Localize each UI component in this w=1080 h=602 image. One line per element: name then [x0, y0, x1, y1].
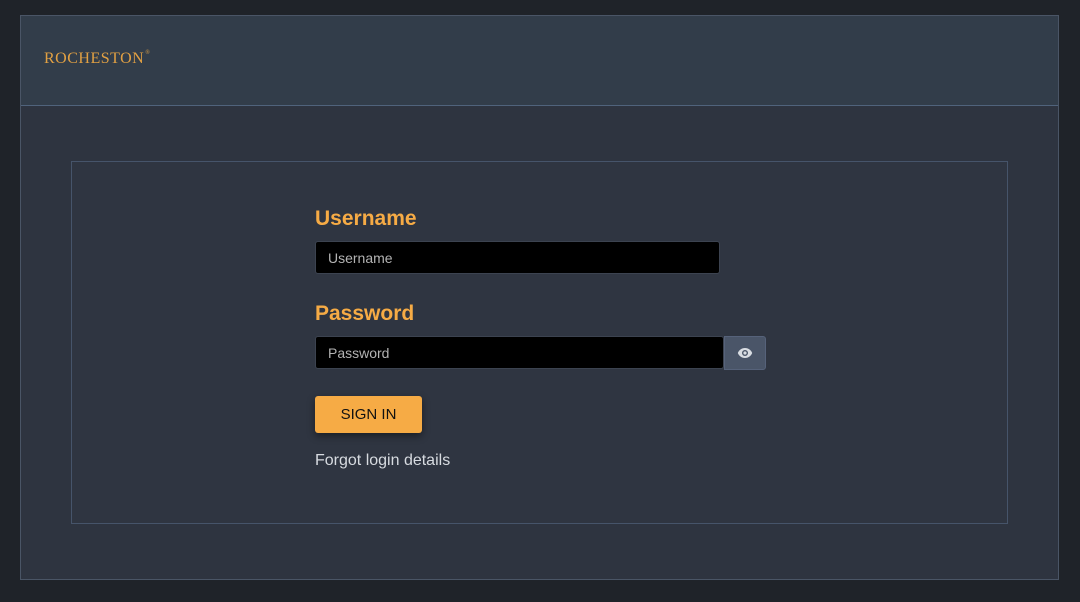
login-panel: Username Password SIGN IN Forgot login d… — [71, 161, 1008, 524]
rocheston-logo: ROCHESTON® — [44, 50, 150, 68]
show-password-button[interactable] — [724, 336, 766, 370]
forgot-login-link[interactable]: Forgot login details — [315, 452, 450, 470]
sign-in-button[interactable]: SIGN IN — [315, 396, 422, 433]
username-label: Username — [315, 207, 417, 230]
password-label: Password — [315, 302, 415, 325]
trademark-mark: ® — [145, 50, 151, 56]
password-input[interactable] — [315, 336, 724, 369]
login-window: ROCHESTON® Username Password SIGN IN For… — [20, 15, 1059, 580]
header-bar: ROCHESTON® — [21, 16, 1058, 106]
username-input[interactable] — [315, 241, 720, 274]
brand-name: ROCHESTON — [44, 50, 145, 67]
eye-icon — [737, 348, 753, 358]
